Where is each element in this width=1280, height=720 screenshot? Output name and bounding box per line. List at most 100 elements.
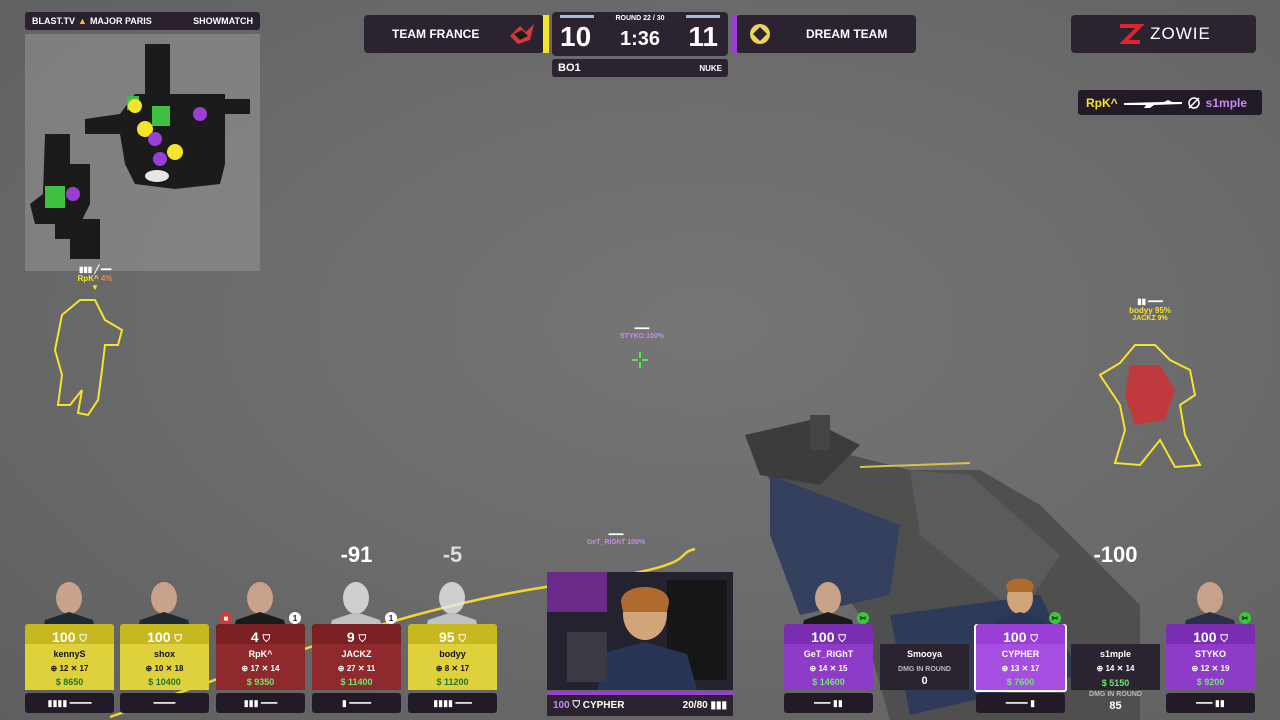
enemy-loadout-icon: ▮▮ ━━━ xyxy=(1137,297,1163,306)
player-name: STYKO xyxy=(1194,649,1226,659)
player-money: $ 5150 xyxy=(1101,678,1130,688)
player-money: $ 8650 xyxy=(55,677,84,687)
player-kd: ⊕ 14 ✕ 15 xyxy=(809,664,848,673)
sponsor-banner: ZOWIE xyxy=(1071,15,1256,53)
killfeed-entry: RpK^ s1mple xyxy=(1078,90,1262,115)
team-right-name: DREAM TEAM xyxy=(806,27,888,41)
loadout-icons: ▮▮▮▮ ━━━━ xyxy=(47,697,92,708)
player-hp: 100 ⛉ xyxy=(1193,629,1228,645)
player-card-kennyS[interactable]: 100 ⛉ kennyS ⊕ 12 ✕ 17 $ 8650 ▮▮▮▮ ━━━━ xyxy=(25,572,114,713)
player-loadout: ▮▮▮▮ ━━━ xyxy=(408,693,497,713)
player-hp: 4 ⛉ xyxy=(250,629,271,645)
player-card-jackz[interactable]: -91 1 9 ⛉ JACKZ ⊕ 27 ✕ 11 $ 11400 ▮ ━━━━ xyxy=(312,542,401,713)
world-player-name: RpK^ xyxy=(77,274,99,283)
ally-mid-loadout-icon: ━━━ xyxy=(634,324,650,333)
player-hp: 100 ⛉ xyxy=(52,629,87,645)
player-loadout: ━━━━ xyxy=(120,693,209,713)
ammo-count: 20/80 ▮▮▮ xyxy=(682,700,727,711)
zowie-logo-icon xyxy=(1119,24,1145,44)
armor-icon: ⛉ xyxy=(174,634,182,645)
player-badge: 1 xyxy=(289,612,301,624)
damage-taken: -5 xyxy=(442,542,463,567)
defuse-kit-icon: ✂ xyxy=(857,612,869,624)
sponsor-name: ZOWIE xyxy=(1150,24,1211,43)
player-kd: ⊕ 13 ✕ 17 xyxy=(1001,664,1040,673)
player-webcam xyxy=(547,572,733,690)
player-card-rpk[interactable]: ■ 1 4 ⛉ RpK^ ⊕ 17 ✕ 14 $ 9350 ▮▮▮ ━━━ xyxy=(216,572,305,713)
player-loadout: ▮ ━━━━ xyxy=(312,693,401,713)
event-banner: BLAST.TV ▲ MAJOR PARIS SHOWMATCH xyxy=(25,12,260,30)
defuse-kit-icon: ✂ xyxy=(1049,612,1061,624)
team-right-logo-icon xyxy=(750,24,770,44)
crosshair-icon xyxy=(632,352,648,368)
team-left-accent xyxy=(543,15,549,53)
score-right: 11 xyxy=(688,21,718,52)
player-name: GeT_RiGhT xyxy=(803,649,854,659)
player-card-bodyy[interactable]: -5 95 ⛉ bodyy ⊕ 8 ✕ 17 $ 11200 ▮▮▮▮ ━━━ xyxy=(408,542,497,713)
world-player-marker: ▮▮▮ ╱ ━━ RpK^ 4% ▼ xyxy=(55,265,135,292)
ally-mid-label: STYKO 100% xyxy=(620,333,664,340)
player-money: $ 9200 xyxy=(1196,677,1225,687)
event-name: BLAST.TV xyxy=(32,16,76,26)
ally-silhouette xyxy=(53,299,124,417)
damage-taken: -91 xyxy=(340,542,373,567)
player-hp: 9 ⛉ xyxy=(346,629,367,645)
player-money: $ 7600 xyxy=(1006,677,1035,687)
loadout-icons: ━━━ ▮▮ xyxy=(1196,697,1225,708)
killfeed-killer: RpK^ xyxy=(1086,95,1118,110)
scoreboard: ROUND 22 / 30 10 1:36 11 xyxy=(552,12,728,56)
player-loadout: ━━━━ ▮ xyxy=(976,693,1065,713)
player-kd: ⊕ 27 ✕ 11 xyxy=(337,664,376,673)
team-left-panel: TEAM FRANCE xyxy=(364,15,549,53)
player-money: $ 10400 xyxy=(148,677,181,687)
webcam-feed xyxy=(547,572,733,690)
event-logo-icon: ▲ xyxy=(78,16,87,26)
dmg-in-round-label: DMG IN ROUND xyxy=(898,666,951,673)
player-money: $ 9350 xyxy=(246,677,275,687)
world-player-hp: 4% xyxy=(100,274,113,283)
bullets-icon: ▮▮▮ xyxy=(710,700,727,711)
team-left-name: TEAM FRANCE xyxy=(392,27,480,41)
player-kd: ⊕ 10 ✕ 18 xyxy=(145,664,184,673)
loadout-icons: ━━━━ xyxy=(153,697,176,708)
player-card-s1mple[interactable]: -100 s1mple ⊕ 14 ✕ 14 $ 5150 DMG IN ROUN… xyxy=(1071,542,1160,712)
armor-icon: ⛉ xyxy=(1030,634,1038,645)
player-card-cypher[interactable]: ✂ 100 ⛉ CYPHER ⊕ 13 ✕ 17 $ 7600 ━━━━ ▮ xyxy=(974,572,1067,713)
enemy-silhouette xyxy=(1098,344,1202,469)
player-loadout: ━━━ ▮▮ xyxy=(1166,693,1255,713)
player-hp: 100 ⛉ xyxy=(811,629,846,645)
enemy-name-label-2: JACKZ 9% xyxy=(1132,315,1168,322)
player-card-shox[interactable]: 100 ⛉ shox ⊕ 10 ✕ 18 $ 10400 ━━━━ xyxy=(120,572,209,713)
player-hp: 100 ⛉ xyxy=(1003,629,1038,645)
noscope-icon xyxy=(1187,96,1200,109)
armor-icon: ⛉ xyxy=(1220,634,1228,645)
loadout-icons: ▮▮▮▮ ━━━ xyxy=(433,697,472,708)
awp-icon xyxy=(1123,99,1182,108)
player-kd: ⊕ 8 ✕ 17 xyxy=(435,664,470,673)
player-name: kennyS xyxy=(53,649,86,659)
defuse-kit-icon: ✂ xyxy=(1239,612,1251,624)
ally-low-loadout-icon: ━━━ xyxy=(608,530,624,539)
armor-icon: ⛉ xyxy=(458,634,466,645)
player-kd: ⊕ 12 ✕ 19 xyxy=(1191,664,1230,673)
minimap[interactable] xyxy=(25,34,260,271)
flag-icon: ■ xyxy=(220,612,232,624)
team-right-accent xyxy=(731,15,737,53)
event-subtitle: MAJOR PARIS xyxy=(89,16,152,26)
dmg-in-round-value: 0 xyxy=(921,675,928,687)
player-card-getright[interactable]: ✂ 100 ⛉ GeT_RiGhT ⊕ 14 ✕ 15 $ 14600 ━━━ … xyxy=(784,572,873,713)
player-card-smooya[interactable]: Smooya DMG IN ROUND 0 xyxy=(880,572,969,690)
minimap-layout xyxy=(30,44,250,259)
player-name: RpK^ xyxy=(248,649,273,659)
series-format: BO1 xyxy=(558,62,581,74)
event-tag: SHOWMATCH xyxy=(193,16,253,26)
armor-icon: ⛉ xyxy=(262,634,271,645)
ally-low-label: GeT_RiGhT 100% xyxy=(586,539,646,546)
observed-hp: 100 xyxy=(553,700,570,711)
player-loadout: ━━━ ▮▮ xyxy=(784,693,873,713)
damage-taken: -100 xyxy=(1093,542,1138,567)
player-money: $ 14600 xyxy=(812,677,845,687)
player-card-styko[interactable]: ✂ 100 ⛉ STYKO ⊕ 12 ✕ 19 $ 9200 ━━━ ▮▮ xyxy=(1166,572,1255,713)
player-name: shox xyxy=(153,649,175,659)
observed-name: CYPHER xyxy=(582,700,625,711)
